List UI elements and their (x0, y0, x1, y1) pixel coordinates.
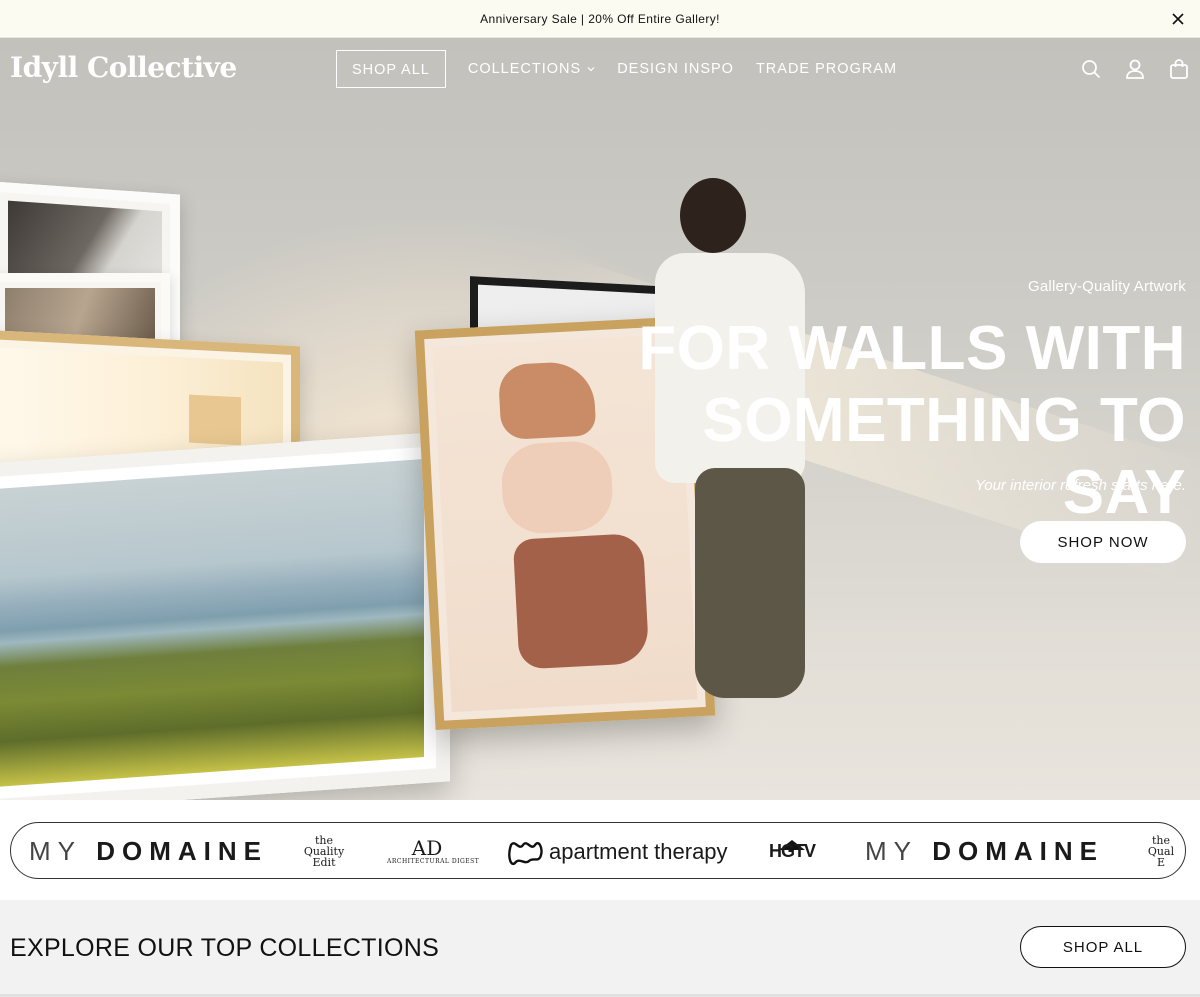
explore-section: EXPLORE OUR TOP COLLECTIONS SHOP ALL (0, 900, 1200, 997)
apartment-therapy-mark-icon (508, 841, 543, 865)
nav-collections-label: COLLECTIONS (467, 61, 582, 77)
shop-all-button[interactable]: SHOP ALL (1020, 926, 1186, 968)
hero-headline-line-2: SOMETHING TO SAY (702, 386, 1186, 527)
site-logo[interactable]: Idyll Collective (10, 51, 237, 84)
architectural-digest-logo: AD ARCHITECTURAL DIGEST (387, 823, 480, 878)
close-icon[interactable] (1170, 11, 1186, 27)
announcement-text: Anniversary Sale | 20% Off Entire Galler… (480, 11, 720, 26)
quality-edit-logo: the Quality Edit (299, 823, 349, 878)
quality-edit-line-3: Edit (312, 856, 336, 869)
quality-edit-logo-2: the Qual E (1136, 823, 1185, 878)
mydomaine-domaine-2: DOMAINE (932, 836, 1105, 866)
hero-subline: Your interior refresh starts here. (975, 477, 1186, 494)
hero-eyebrow: Gallery-Quality Artwork (1028, 278, 1186, 295)
apartment-therapy-text: apartment therapy (549, 838, 728, 864)
mydomaine-logo: MY DOMAINE (29, 823, 269, 878)
hero-copy: Gallery-Quality Artwork FOR WALLS WITH S… (586, 38, 1186, 800)
hero-headline-line-1: FOR WALLS WITH (638, 314, 1186, 383)
mydomaine-domaine: DOMAINE (96, 836, 269, 866)
explore-title: EXPLORE OUR TOP COLLECTIONS (10, 934, 440, 962)
ad-mark: AD (411, 836, 443, 860)
hero-headline: FOR WALLS WITH SOMETHING TO SAY (566, 313, 1186, 529)
mydomaine-my: MY (29, 836, 82, 866)
mydomaine-my-2: MY (865, 836, 918, 866)
apartment-therapy-logo: apartment therapy (507, 823, 728, 878)
nav-collections[interactable]: COLLECTIONS (468, 61, 595, 77)
shop-now-button[interactable]: SHOP NOW (1020, 521, 1186, 563)
hgtv-logo: HGTV (767, 823, 817, 878)
hgtv-text: HGTV (769, 841, 816, 861)
nav-shop-all[interactable]: SHOP ALL (336, 50, 446, 88)
framed-print-ocean (0, 431, 450, 800)
mydomaine-logo-2: MY DOMAINE (865, 823, 1105, 878)
quality-edit-2-line-3: E (1156, 856, 1166, 869)
press-logos-bar: MY DOMAINE the Quality Edit AD ARCHITECT… (10, 822, 1186, 879)
ad-text: ARCHITECTURAL DIGEST (387, 858, 480, 865)
announcement-bar: Anniversary Sale | 20% Off Entire Galler… (0, 0, 1200, 38)
